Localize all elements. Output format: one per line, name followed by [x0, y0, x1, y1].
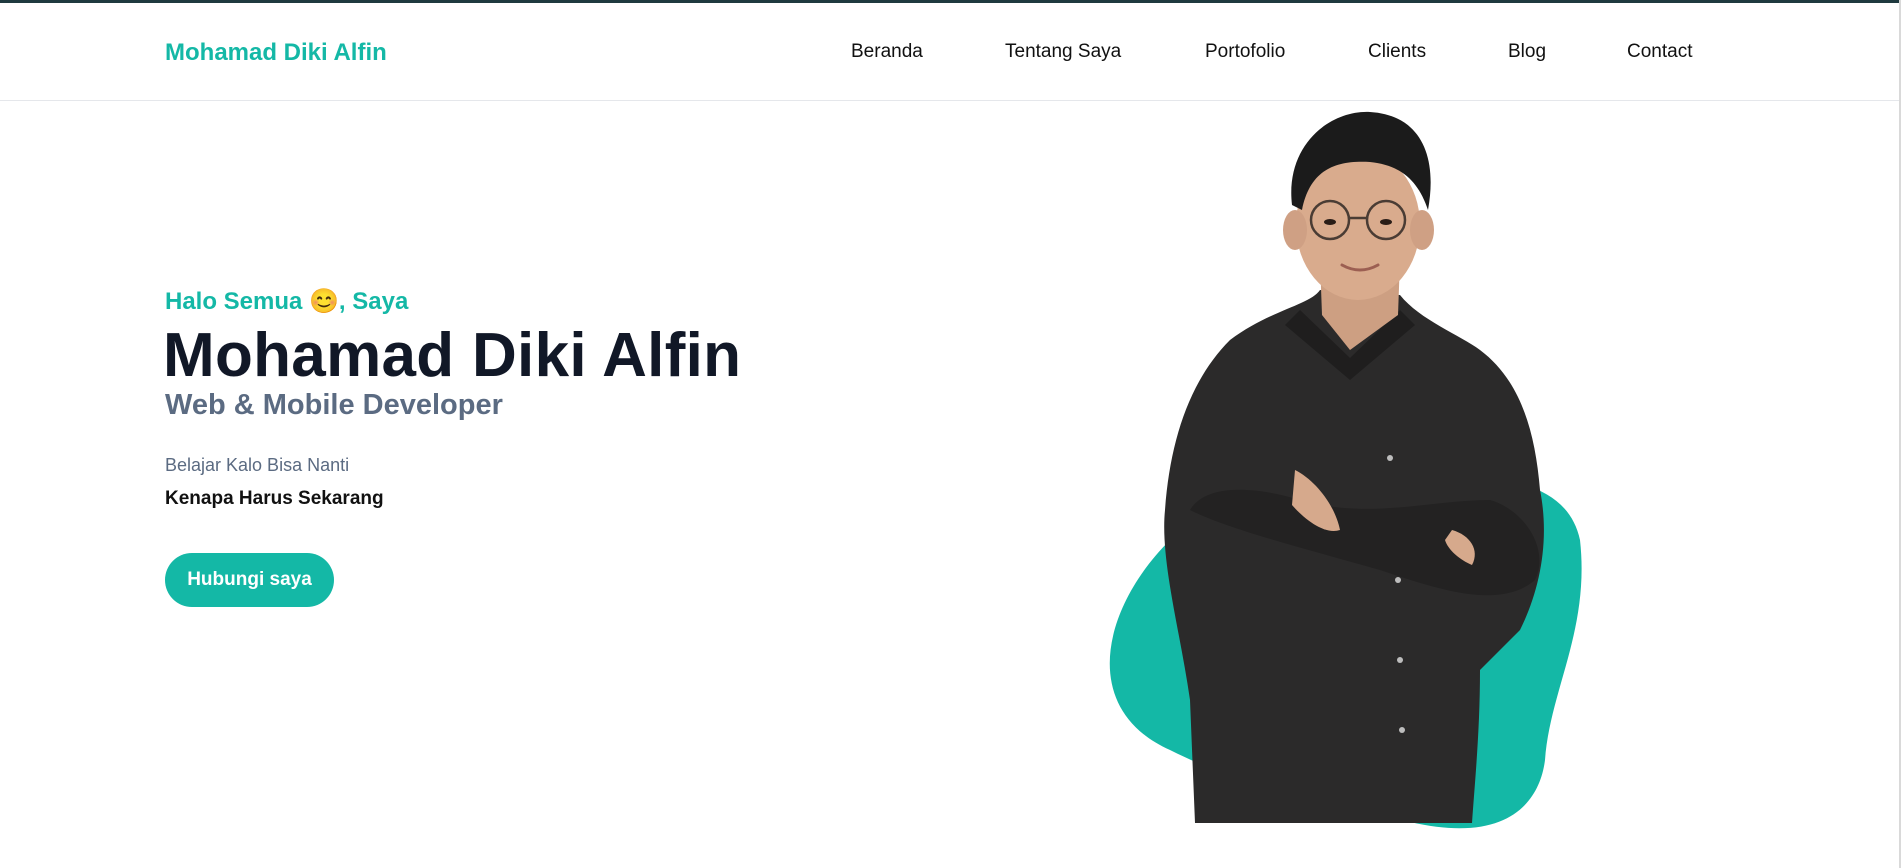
right-eye-shape	[1380, 219, 1392, 225]
hero-tagline-bold: Kenapa Harus Sekarang	[165, 488, 384, 509]
brand-logo-link[interactable]: Mohamad Diki Alfin	[165, 39, 387, 67]
contact-me-button[interactable]: Hubungi saya	[165, 553, 334, 607]
shirt-button	[1397, 657, 1403, 663]
hero-visual	[1080, 110, 1600, 830]
hero-role: Web & Mobile Developer	[165, 389, 503, 421]
portrait-photo	[1109, 111, 1582, 829]
nav-link-beranda[interactable]: Beranda	[851, 41, 923, 63]
shirt-button	[1395, 577, 1401, 583]
hero-name: Mohamad Diki Alfin	[163, 321, 742, 390]
hero-greeting: Halo Semua 😊, Saya	[165, 288, 409, 315]
nav-link-contact[interactable]: Contact	[1627, 41, 1692, 63]
right-ear-shape	[1410, 210, 1434, 250]
shirt-button	[1399, 727, 1405, 733]
nav-link-portofolio[interactable]: Portofolio	[1205, 41, 1285, 63]
hero-tagline: Belajar Kalo Bisa Nanti	[165, 455, 350, 475]
nav-link-blog[interactable]: Blog	[1508, 41, 1546, 63]
left-eye-shape	[1324, 219, 1336, 225]
navbar: Mohamad Diki Alfin Beranda Tentang Saya …	[0, 3, 1901, 101]
nav-link-tentang-saya[interactable]: Tentang Saya	[1005, 41, 1121, 63]
nav-link-clients[interactable]: Clients	[1368, 41, 1426, 63]
shirt-button	[1387, 455, 1393, 461]
left-ear-shape	[1283, 210, 1307, 250]
